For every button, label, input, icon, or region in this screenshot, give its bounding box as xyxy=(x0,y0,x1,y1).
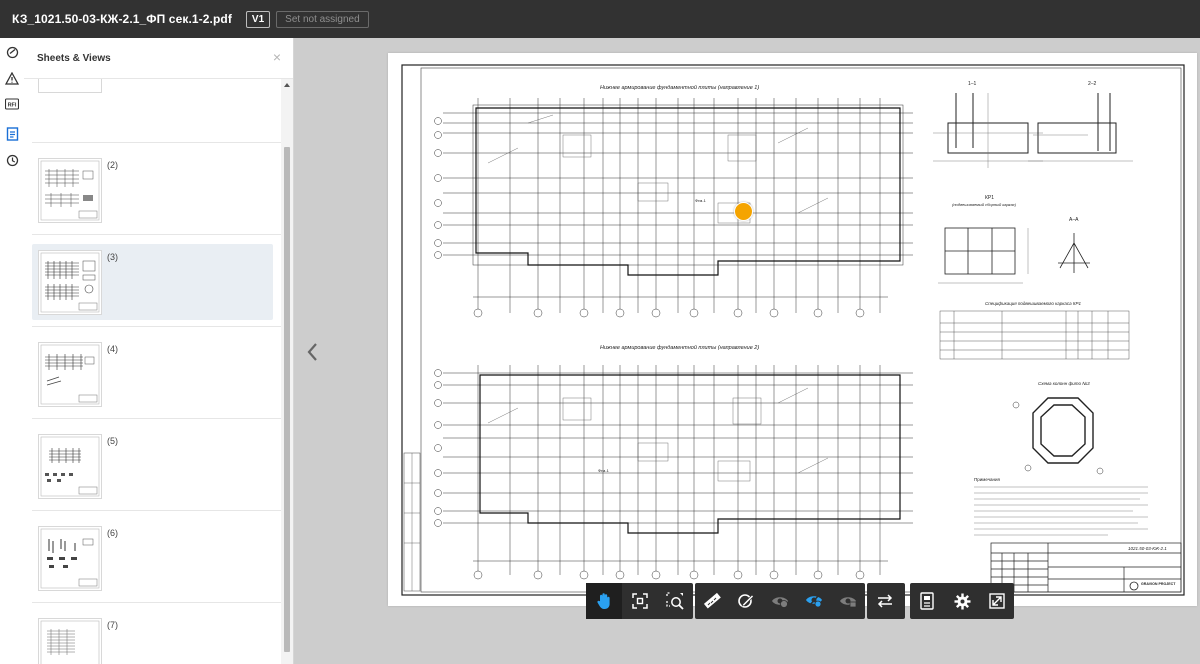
measure-icon[interactable] xyxy=(695,583,729,619)
section-2-label: 2–2 xyxy=(1088,81,1097,87)
markups-list-icon[interactable] xyxy=(831,583,865,619)
panel-title: Sheets & Views xyxy=(37,52,111,64)
top-bar: КЗ_1021.50-03-КЖ-2.1_ФП сек.1-2.pdf V1 S… xyxy=(0,0,1200,38)
divider xyxy=(32,602,281,603)
markup-icon[interactable] xyxy=(729,583,763,619)
scroll-up-icon[interactable] xyxy=(284,83,290,87)
set-status-pill[interactable]: Set not assigned xyxy=(276,10,369,28)
sheet-info-icon[interactable] xyxy=(910,583,945,619)
previous-sheet-icon[interactable] xyxy=(306,342,318,362)
warning-icon[interactable] xyxy=(4,70,20,86)
fit-view-icon[interactable] xyxy=(622,583,658,619)
scroll-thumb[interactable] xyxy=(284,147,290,652)
sheet-label: (2) xyxy=(107,160,118,170)
sheet-item-partial[interactable] xyxy=(32,79,273,131)
history-icon[interactable] xyxy=(4,152,20,168)
version-badge[interactable]: V1 xyxy=(245,10,271,28)
sheet-thumbnail xyxy=(38,342,102,407)
navigation-toolbar xyxy=(586,583,693,619)
plan2-marker: Фгм-1 xyxy=(598,468,610,473)
left-rail: RFI xyxy=(0,38,25,664)
hide-markups-icon[interactable] xyxy=(763,583,797,619)
divider xyxy=(32,326,281,327)
sheets-icon[interactable] xyxy=(4,126,20,142)
divider xyxy=(32,510,281,511)
fullscreen-icon[interactable] xyxy=(979,583,1014,619)
plan1-marker: Фгм-1 xyxy=(695,198,707,203)
sheets-panel: Sheets & Views × (2) (3) (4) (5) (6) (7) xyxy=(24,38,294,664)
plan2-title: Нижнее армирование фундаментной плиты (н… xyxy=(600,344,759,351)
sheet-item-6[interactable]: (6) xyxy=(32,520,273,596)
sheet-thumbnail xyxy=(38,618,102,664)
zoom-area-icon[interactable] xyxy=(657,583,693,619)
sheet-thumbnail xyxy=(38,250,102,315)
sheet-thumbnail xyxy=(38,434,102,499)
divider xyxy=(32,142,281,143)
section-a-label: А–А xyxy=(1069,217,1079,223)
frame-subtitle: (подвешиваемый сборный каркас) xyxy=(952,202,1017,207)
sheet-thumbnail xyxy=(38,526,102,591)
panel-header: Sheets & Views xyxy=(24,38,293,79)
divider xyxy=(32,418,281,419)
divider xyxy=(32,234,281,235)
show-markups-icon[interactable] xyxy=(797,583,831,619)
document-title: КЗ_1021.50-03-КЖ-2.1_ФП сек.1-2.pdf xyxy=(12,12,232,26)
feedback-icon[interactable] xyxy=(4,44,20,60)
drawing-sheet[interactable]: Нижнее армирование фундаментной плиты (н… xyxy=(388,53,1197,606)
sheet-item-2[interactable]: (2) xyxy=(32,152,273,228)
close-icon[interactable]: × xyxy=(273,50,281,64)
sheet-thumbnail xyxy=(38,158,102,223)
compare-toolbar xyxy=(867,583,905,619)
sheet-label: (7) xyxy=(107,620,118,630)
compare-icon[interactable] xyxy=(867,583,903,619)
panel-scrollbar[interactable] xyxy=(281,79,293,664)
plan1-title: Нижнее армирование фундаментной плиты (н… xyxy=(600,84,759,91)
markup-toolbar xyxy=(695,583,865,619)
sheet-item-7[interactable]: (7) xyxy=(32,612,273,664)
view-toolbar xyxy=(910,583,1014,619)
document-viewer[interactable]: Нижнее армирование фундаментной плиты (н… xyxy=(294,38,1200,664)
sheet-label: (5) xyxy=(107,436,118,446)
stamp-org: GRAVION PROJECT xyxy=(1141,582,1176,586)
rfi-label: RFI xyxy=(8,103,17,109)
sheet-thumbnail xyxy=(38,79,102,93)
sheet-list: (2) (3) (4) (5) (6) (7) xyxy=(24,79,281,664)
stamp-code: 1021.50-03-КЖ-2.1 xyxy=(1128,546,1167,551)
spec-title: Спецификация подвешиваемого каркаса КР1 xyxy=(985,301,1082,306)
hand-tool-icon[interactable] xyxy=(586,583,622,619)
notes-title: Примечания xyxy=(974,477,1001,482)
sheet-label: (4) xyxy=(107,344,118,354)
scheme-title: Схема колонн фито №3 xyxy=(1038,381,1090,386)
location-marker[interactable] xyxy=(734,202,753,221)
sheet-item-3[interactable]: (3) xyxy=(32,244,273,320)
section-1-label: 1–1 xyxy=(968,81,977,87)
rfi-icon[interactable]: RFI xyxy=(4,96,20,112)
settings-icon[interactable] xyxy=(945,583,980,619)
frame-title: КР1 xyxy=(985,195,994,201)
sheet-label: (3) xyxy=(107,252,118,262)
sheet-item-4[interactable]: (4) xyxy=(32,336,273,412)
sheet-item-5[interactable]: (5) xyxy=(32,428,273,504)
sheet-label: (6) xyxy=(107,528,118,538)
